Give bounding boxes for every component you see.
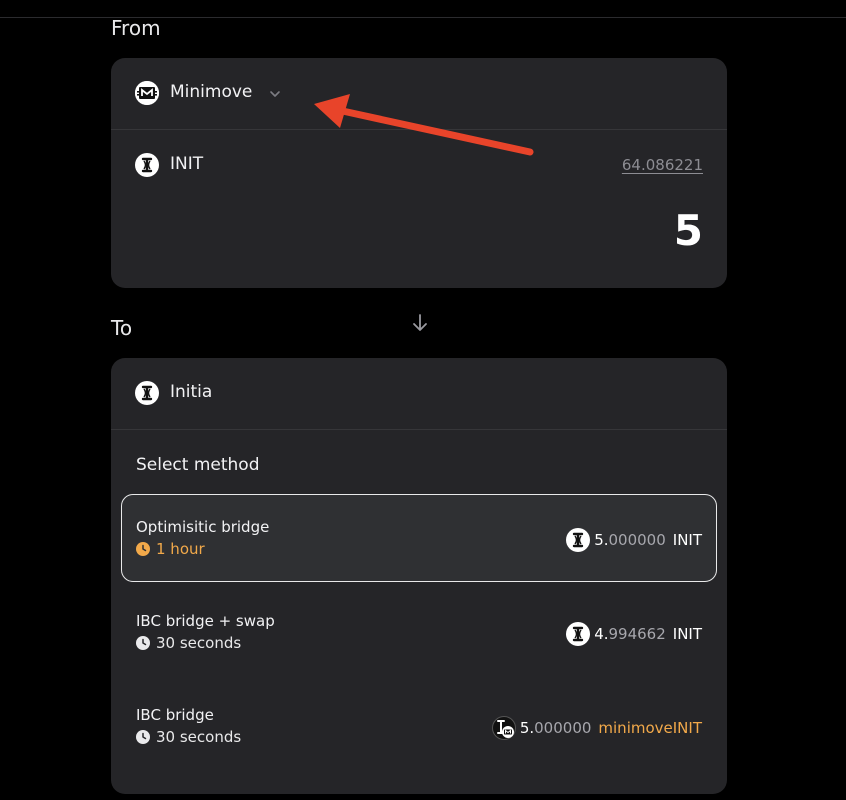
annotation-arrow <box>314 94 534 156</box>
from-chain-name: Minimove <box>170 82 253 102</box>
method-duration: 1 hour <box>136 540 205 558</box>
method-output: 5.000000 INIT <box>566 528 702 552</box>
clock-icon <box>136 542 150 556</box>
method-output: 5.000000 minimoveINIT <box>491 716 702 740</box>
initia-chain-icon <box>135 381 159 405</box>
output-symbol: INIT <box>672 531 702 549</box>
output-symbol: minimoveINIT <box>598 719 702 737</box>
from-label: From <box>111 16 161 40</box>
chevron-down-icon <box>270 91 280 97</box>
divider <box>111 429 727 430</box>
minimove-init-token-icon <box>491 716 516 740</box>
initia-token-icon <box>566 622 591 646</box>
to-chain-selector[interactable]: Initia <box>111 358 727 429</box>
select-method-heading: Select method <box>136 455 260 475</box>
from-balance[interactable]: 64.086221 <box>622 156 703 174</box>
from-token-selector[interactable]: INIT <box>111 130 311 190</box>
initia-token-icon <box>566 528 591 552</box>
method-name: IBC bridge <box>136 706 214 724</box>
from-token-symbol: INIT <box>170 154 204 174</box>
down-arrow-icon[interactable] <box>410 312 430 334</box>
method-name: Optimisitic bridge <box>136 518 270 536</box>
to-chain-name: Initia <box>170 382 213 402</box>
method-option-ibc-bridge-swap[interactable]: IBC bridge + swap 30 seconds 4.994662 IN… <box>121 588 717 676</box>
to-card: Initia Select method Optimisitic bridge … <box>111 358 727 794</box>
method-name: IBC bridge + swap <box>136 612 275 630</box>
clock-icon <box>136 636 150 650</box>
method-duration: 30 seconds <box>136 728 241 746</box>
minimove-chain-icon <box>135 81 159 105</box>
method-duration: 30 seconds <box>136 634 241 652</box>
to-label: To <box>111 316 133 340</box>
output-symbol: INIT <box>672 625 702 643</box>
method-option-optimistic-bridge[interactable]: Optimisitic bridge 1 hour 5.000000 INIT <box>121 494 717 582</box>
method-output: 4.994662 INIT <box>566 622 702 646</box>
initia-token-icon <box>135 153 159 177</box>
from-amount-input[interactable]: 5 <box>674 206 703 255</box>
clock-icon <box>136 730 150 744</box>
method-option-ibc-bridge[interactable]: IBC bridge 30 seconds 5.000000 minimoveI… <box>121 682 717 770</box>
